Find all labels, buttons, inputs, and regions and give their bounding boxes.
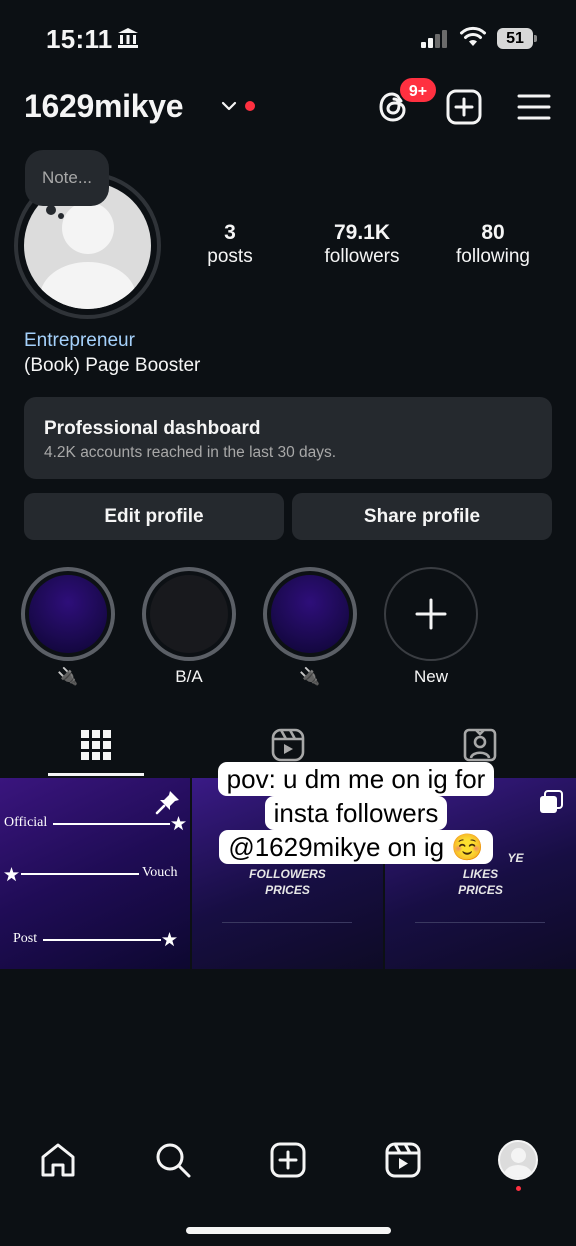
post-text: FOLLOWERS bbox=[249, 867, 326, 881]
post-text: Post bbox=[13, 931, 38, 946]
note-bubble[interactable]: Note... bbox=[25, 150, 109, 206]
grid-icon[interactable] bbox=[79, 728, 113, 762]
dashboard-title: Professional dashboard bbox=[44, 418, 261, 439]
wifi-icon bbox=[460, 26, 486, 46]
star-icon bbox=[4, 867, 19, 882]
stat-label: followers bbox=[324, 246, 400, 267]
post-text: Vouch bbox=[142, 865, 178, 880]
status-time: 15:11 bbox=[46, 24, 113, 54]
new-highlight-button[interactable]: New bbox=[384, 567, 478, 689]
highlight-item[interactable]: 🔌 bbox=[263, 567, 357, 689]
post-text: PRICES bbox=[265, 883, 310, 897]
caption-line: pov: u dm me on ig for bbox=[217, 762, 495, 796]
video-caption-overlay: pov: u dm me on ig for insta followers @… bbox=[196, 762, 516, 864]
dashboard-subtitle: 4.2K accounts reached in the last 30 day… bbox=[44, 444, 337, 461]
pin-icon bbox=[155, 791, 179, 815]
post-tile[interactable]: Official Vouch Post bbox=[0, 778, 190, 969]
stat-followers[interactable]: 79.1K followers bbox=[309, 222, 415, 270]
stat-label: posts bbox=[207, 246, 253, 267]
create-icon[interactable] bbox=[269, 1141, 307, 1179]
share-profile-button[interactable]: Share profile bbox=[292, 493, 552, 540]
account-unread-dot bbox=[245, 101, 255, 111]
highlight-label: 🔌 bbox=[57, 667, 79, 686]
profile-activity-dot bbox=[516, 1186, 521, 1191]
stat-posts[interactable]: 3 posts bbox=[190, 222, 270, 270]
account-username[interactable]: 1629mikye bbox=[24, 88, 184, 125]
bank-icon bbox=[118, 28, 138, 48]
menu-icon[interactable] bbox=[517, 92, 551, 122]
reels-icon[interactable] bbox=[271, 728, 305, 762]
highlight-item[interactable]: 🔌 bbox=[21, 567, 115, 689]
caption-line: insta followers bbox=[264, 796, 448, 830]
reels-nav-icon[interactable] bbox=[384, 1141, 422, 1179]
stat-label: following bbox=[456, 246, 530, 267]
highlight-label: B/A bbox=[175, 667, 203, 686]
stat-following[interactable]: 80 following bbox=[443, 222, 543, 270]
home-indicator[interactable] bbox=[186, 1227, 391, 1234]
note-bubble-tail bbox=[58, 213, 64, 219]
stat-value: 79.1K bbox=[333, 221, 391, 244]
active-tab-indicator bbox=[48, 773, 144, 776]
post-text: PRICES bbox=[458, 883, 503, 897]
star-icon bbox=[162, 932, 177, 947]
chevron-down-icon[interactable] bbox=[221, 100, 237, 112]
profile-category: Entrepreneur bbox=[24, 330, 135, 351]
tagged-icon[interactable] bbox=[463, 728, 497, 762]
note-bubble-tail bbox=[46, 205, 56, 215]
battery-indicator: 51 bbox=[497, 28, 537, 49]
post-text: LIKES bbox=[462, 867, 499, 881]
post-text: Official bbox=[4, 815, 48, 830]
professional-dashboard[interactable]: Professional dashboard 4.2K accounts rea… bbox=[24, 397, 552, 479]
star-icon bbox=[171, 816, 186, 831]
highlight-label: New bbox=[413, 667, 448, 686]
stat-value: 80 bbox=[481, 221, 505, 244]
search-icon[interactable] bbox=[154, 1141, 192, 1179]
highlight-label: 🔌 bbox=[299, 667, 321, 686]
plus-icon bbox=[415, 598, 447, 630]
carousel-icon bbox=[540, 790, 563, 813]
create-post-icon[interactable] bbox=[446, 89, 482, 125]
profile-nav-avatar[interactable] bbox=[498, 1140, 538, 1180]
home-icon[interactable] bbox=[39, 1141, 77, 1179]
notification-badge: 9+ bbox=[398, 76, 438, 104]
profile-bio: (Book) Page Booster bbox=[24, 355, 201, 376]
edit-profile-button[interactable]: Edit profile bbox=[24, 493, 284, 540]
stat-value: 3 bbox=[224, 221, 236, 244]
battery-level: 51 bbox=[497, 28, 533, 49]
caption-line: @1629mikye on ig ☺️ bbox=[219, 830, 493, 864]
highlight-item[interactable]: B/A bbox=[142, 567, 236, 689]
cellular-signal-icon bbox=[421, 30, 447, 48]
